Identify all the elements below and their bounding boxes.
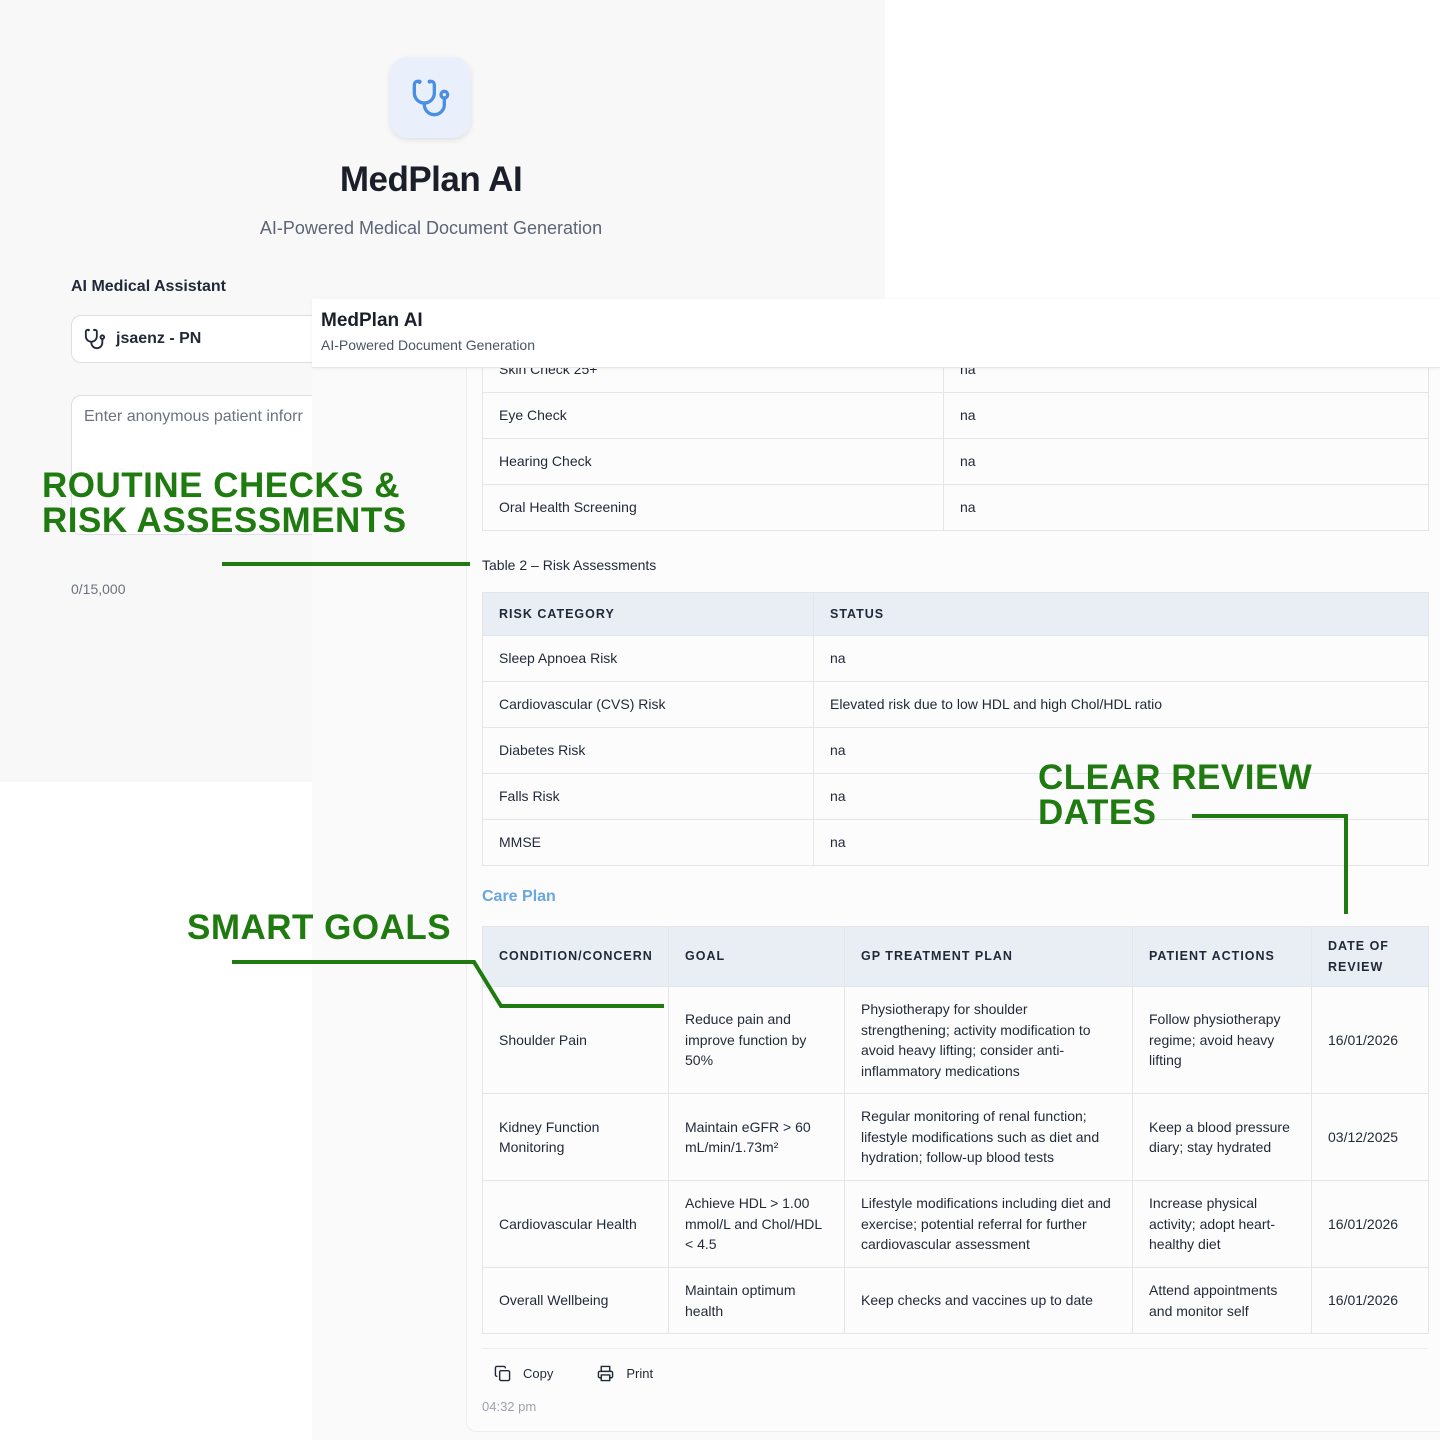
document-app-title: MedPlan AI (321, 310, 423, 331)
stethoscope-icon (412, 79, 449, 116)
table-cell: Cardiovascular Health (482, 1180, 669, 1268)
copy-icon (494, 1365, 511, 1382)
column-header: STATUS (813, 592, 1429, 636)
table-cell: Diabetes Risk (482, 727, 814, 774)
stethoscope-icon (84, 328, 106, 350)
table-cell: MMSE (482, 819, 814, 866)
care-plan-table: CONDITION/CONCERN GOAL GP TREATMENT PLAN… (482, 926, 1429, 1334)
table-cell: Cardiovascular (CVS) Risk (482, 681, 814, 728)
table-cell: Overall Wellbeing (482, 1267, 669, 1334)
printer-icon (598, 1365, 614, 1382)
table-cell: Achieve HDL > 1.00 mmol/L and Chol/HDL <… (668, 1180, 845, 1268)
print-button[interactable]: Print (585, 1365, 653, 1382)
table-cell: Kidney Function Monitoring (482, 1093, 669, 1181)
table-cell: Keep a blood pressure diary; stay hydrat… (1132, 1093, 1312, 1181)
table-cell: Physiotherapy for shoulder strengthening… (844, 986, 1133, 1094)
table-row: Cardiovascular (CVS) Risk Elevated risk … (482, 681, 1429, 728)
table-cell: 03/12/2025 (1311, 1093, 1429, 1181)
table-cell: Follow physiotherapy regime; avoid heavy… (1132, 986, 1312, 1094)
table-cell: Elevated risk due to low HDL and high Ch… (813, 681, 1429, 728)
table-row: Shoulder Pain Reduce pain and improve fu… (482, 986, 1429, 1094)
table-cell: 16/01/2026 (1311, 1180, 1429, 1268)
table-cell: Sleep Apnoea Risk (482, 635, 814, 682)
login-app-title: MedPlan AI (339, 160, 523, 199)
table-cell: Reduce pain and improve function by 50% (668, 986, 845, 1094)
table-cell: Falls Risk (482, 773, 814, 820)
char-count: 0/15,000 (71, 581, 126, 597)
table-row: Cardiovascular Health Achieve HDL > 1.00… (482, 1180, 1429, 1268)
annotation-line: DATES (1038, 793, 1157, 832)
table-row: Sleep Apnoea Risk na (482, 635, 1429, 682)
table-header-row: CONDITION/CONCERN GOAL GP TREATMENT PLAN… (482, 926, 1429, 987)
login-app-subtitle: AI-Powered Medical Document Generation (259, 218, 603, 238)
table-cell: Attend appointments and monitor self (1132, 1267, 1312, 1334)
table-cell: na (943, 438, 1429, 485)
table-cell: Eye Check (482, 392, 944, 439)
column-header: GP TREATMENT PLAN (844, 926, 1133, 987)
document-view[interactable]: Skin Check 25+ na Eye Check na Hearing C… (312, 346, 1440, 1440)
document-app-subtitle: AI-Powered Document Generation (321, 337, 535, 353)
column-header: RISK CATEGORY (482, 592, 814, 636)
document-header: MedPlan AI AI-Powered Document Generatio… (312, 299, 1440, 368)
copy-label: Copy (523, 1366, 554, 1381)
table-cell: Hearing Check (482, 438, 944, 485)
message-timestamp: 04:32 pm (482, 1399, 537, 1414)
care-plan-heading: Care Plan (482, 888, 556, 905)
smart-annotation: SMART GOALS (187, 908, 452, 947)
table-row: Overall Wellbeing Maintain optimum healt… (482, 1267, 1429, 1334)
annotation-line: RISK ASSESSMENTS (42, 501, 407, 540)
column-header: PATIENT ACTIONS (1132, 926, 1312, 987)
assistant-label: AI Medical Assistant (71, 278, 227, 295)
column-header: CONDITION/CONCERN (482, 926, 669, 987)
review-annotation: CLEAR REVIEW DATES (1038, 760, 1312, 830)
table-cell: Maintain optimum health (668, 1267, 845, 1334)
table-cell: Lifestyle modifications including diet a… (844, 1180, 1133, 1268)
column-header: GOAL (668, 926, 845, 987)
table-cell: Shoulder Pain (482, 986, 669, 1094)
annotation-line: ROUTINE CHECKS & (42, 466, 401, 505)
table-row: Oral Health Screening na (482, 484, 1429, 531)
print-label: Print (626, 1366, 654, 1381)
selected-user-name: jsaenz - PN (116, 330, 202, 347)
table-cell: Regular monitoring of renal function; li… (844, 1093, 1133, 1181)
table-cell: na (813, 635, 1429, 682)
table-row: Hearing Check na (482, 438, 1429, 485)
document-actions: Copy Print (482, 1348, 1428, 1382)
table-cell: 16/01/2026 (1311, 986, 1429, 1094)
app-logo (390, 57, 471, 138)
table-cell: na (943, 484, 1429, 531)
routine-annotation: ROUTINE CHECKS & RISK ASSESSMENTS (42, 468, 407, 538)
risk-table-caption: Table 2 – Risk Assessments (482, 557, 657, 573)
table-row: Eye Check na (482, 392, 1429, 439)
table-cell: Increase physical activity; adopt heart-… (1132, 1180, 1312, 1268)
table-cell: 16/01/2026 (1311, 1267, 1429, 1334)
column-header: DATE OF REVIEW (1311, 926, 1429, 987)
table-header-row: RISK CATEGORY STATUS (482, 592, 1429, 636)
table-cell: na (943, 392, 1429, 439)
table-cell: Maintain eGFR > 60 mL/min/1.73m² (668, 1093, 845, 1181)
table-cell: Oral Health Screening (482, 484, 944, 531)
table-cell: Keep checks and vaccines up to date (844, 1267, 1133, 1334)
table-row: Kidney Function Monitoring Maintain eGFR… (482, 1093, 1429, 1181)
routine-checks-table: Skin Check 25+ na Eye Check na Hearing C… (482, 346, 1429, 531)
annotation-line: CLEAR REVIEW (1038, 758, 1313, 797)
copy-button[interactable]: Copy (482, 1365, 553, 1382)
